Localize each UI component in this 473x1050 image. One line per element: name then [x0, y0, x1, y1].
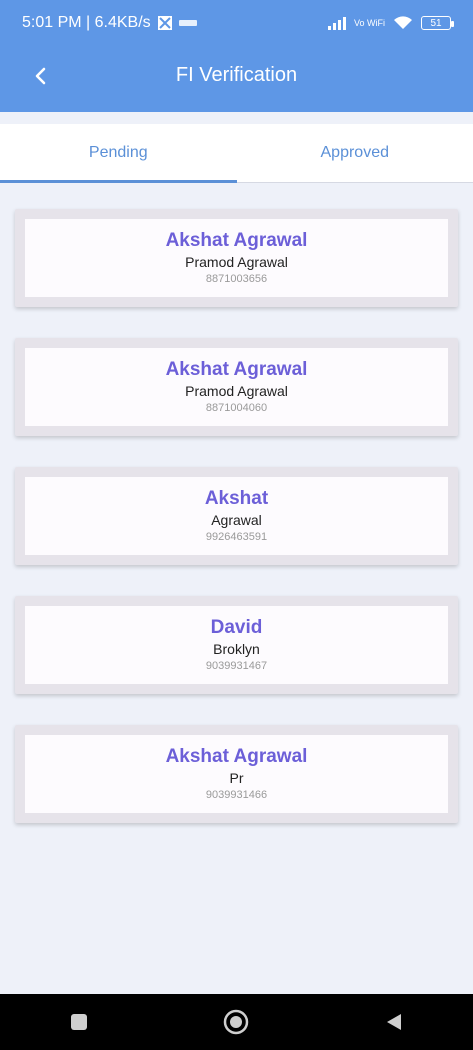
battery-level: 51: [430, 17, 442, 29]
battery-icon: 51: [421, 16, 454, 30]
app-notification-icon-2: [178, 20, 197, 26]
record-phone: 8871003656: [205, 273, 268, 285]
record-father-name: Pramod Agrawal: [185, 383, 288, 399]
record-phone: 9926463591: [205, 531, 268, 543]
record-card-body: Akshat Agrawal Pramod Agrawal 8871003656: [25, 219, 448, 297]
record-father-name: Pramod Agrawal: [185, 254, 288, 270]
record-name: Akshat Agrawal: [165, 746, 308, 767]
record-phone: 9039931467: [205, 660, 268, 672]
record-card[interactable]: Akshat Agrawal Pramod Agrawal 8871003656: [15, 209, 458, 307]
back-button[interactable]: [20, 56, 60, 96]
record-father-name: Broklyn: [213, 641, 260, 657]
triangle-back-icon: [387, 1014, 402, 1030]
record-card-body: David Broklyn 9039931467: [25, 606, 448, 684]
record-name: Akshat Agrawal: [165, 359, 308, 380]
status-time: 5:01 PM | 6.4KB/s: [22, 14, 151, 31]
record-father-name: Pr: [229, 770, 244, 786]
record-card-body: Akshat Agrawal Pramod Agrawal 8871004060: [25, 348, 448, 426]
square-icon: [70, 1014, 87, 1030]
tab-bar: Pending Approved: [0, 124, 473, 183]
status-bar: 5:01 PM | 6.4KB/s Vo WiFi 51: [0, 0, 473, 46]
app-header: 5:01 PM | 6.4KB/s Vo WiFi 51 FI Verifica…: [0, 0, 473, 112]
home-button[interactable]: [206, 1002, 266, 1042]
system-nav-bar: [0, 994, 473, 1050]
back-nav-button[interactable]: [364, 1002, 424, 1042]
page-title: FI Verification: [175, 63, 298, 86]
vowifi-icon: Vo WiFi: [353, 17, 385, 28]
tab-approved-label: Approved: [320, 144, 390, 161]
app-notification-icon: [157, 16, 172, 30]
record-card[interactable]: Akshat Agrawal Pr 9039931466: [15, 725, 458, 823]
record-card[interactable]: Akshat Agrawal Pramod Agrawal 8871004060: [15, 338, 458, 436]
tab-approved[interactable]: Approved: [237, 124, 473, 182]
record-phone: 9039931466: [205, 789, 268, 801]
home-circle-icon: [224, 1009, 249, 1035]
record-father-name: Agrawal: [211, 512, 262, 528]
record-card[interactable]: David Broklyn 9039931467: [15, 596, 458, 694]
record-phone: 8871004060: [205, 402, 268, 414]
record-name: David: [210, 617, 263, 638]
record-name: Akshat Agrawal: [165, 230, 308, 251]
signal-icon: [327, 16, 346, 30]
tab-pending-label: Pending: [88, 144, 148, 161]
wifi-icon: [394, 16, 412, 29]
toolbar: FI Verification: [0, 46, 473, 104]
record-name: Akshat: [204, 488, 269, 509]
record-card[interactable]: Akshat Agrawal 9926463591: [15, 467, 458, 565]
record-card-body: Akshat Agrawal 9926463591: [25, 477, 448, 555]
tab-pending[interactable]: Pending: [0, 124, 237, 183]
chevron-left-icon: [35, 67, 46, 85]
record-card-body: Akshat Agrawal Pr 9039931466: [25, 735, 448, 813]
recents-button[interactable]: [49, 1002, 109, 1042]
